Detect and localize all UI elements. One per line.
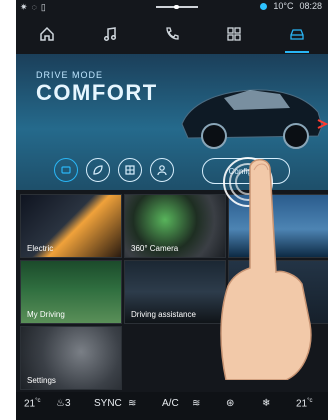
- tile-my-driving[interactable]: My Driving: [20, 260, 122, 324]
- status-bar: ✷ ◌ ▯ 10°C 08:28: [16, 0, 328, 14]
- fan-icon: ❄: [262, 398, 271, 409]
- configure-button[interactable]: Configure: [202, 158, 290, 184]
- drawer-handle[interactable]: [156, 5, 198, 9]
- mode-eco[interactable]: [86, 158, 110, 182]
- rear-defrost-icon: ≋: [128, 398, 137, 409]
- flag-icon: [125, 165, 135, 175]
- right-temp-unit: °c: [307, 398, 313, 404]
- front-defrost-icon: ≋: [192, 398, 201, 409]
- nav-phone[interactable]: [154, 20, 190, 48]
- left-temp[interactable]: 21°c: [24, 398, 41, 409]
- seat-icon: [61, 166, 71, 174]
- phone-icon: [166, 27, 179, 40]
- mode-sport[interactable]: [118, 158, 142, 182]
- tile-settings[interactable]: Settings: [20, 326, 122, 390]
- outside-temp: 10°C: [273, 1, 294, 11]
- mode-comfort[interactable]: [54, 158, 78, 182]
- steering-heat-button[interactable]: ⊛: [226, 398, 234, 409]
- left-temp-value: 21: [24, 398, 36, 410]
- nav-car[interactable]: [279, 20, 315, 53]
- phone-icon: ▯: [40, 2, 46, 12]
- tile-label: 360° Camera: [131, 244, 179, 253]
- status-left: ✷ ◌ ▯: [20, 2, 46, 13]
- climate-bar: 21°c ♨3 SYNC ≋ A/C ≋ ⊛ ❄ 21°c: [16, 392, 328, 420]
- nav-apps[interactable]: [216, 20, 252, 48]
- car-icon: [290, 29, 304, 40]
- tile-label: Electric: [27, 244, 54, 253]
- mode-personal[interactable]: [150, 158, 174, 182]
- front-defrost-button[interactable]: ≋: [192, 398, 200, 409]
- screen: ✷ ◌ ▯ 10°C 08:28 DRIVE MODE COMFORT Conf…: [16, 0, 328, 420]
- wifi-icon: ◌: [31, 2, 37, 12]
- steering-wheel-icon: ⊛: [226, 398, 235, 409]
- tile-360-camera[interactable]: 360° Camera: [124, 194, 226, 258]
- drive-mode-hero: DRIVE MODE COMFORT Configure: [16, 54, 328, 190]
- seat-heat-button[interactable]: ♨3: [56, 398, 71, 409]
- temp-dot-icon: [260, 2, 268, 10]
- clock: 08:28: [299, 1, 322, 11]
- drive-mode-title: COMFORT: [36, 80, 158, 105]
- car-image: [181, 89, 328, 149]
- nav-music[interactable]: [92, 20, 128, 48]
- status-right: 10°C 08:28: [260, 1, 322, 11]
- tile-extra-2[interactable]: [228, 260, 328, 324]
- tile-extra-1[interactable]: [228, 194, 328, 258]
- tile-driving-assistance[interactable]: Driving assistance: [124, 260, 226, 324]
- music-icon: [103, 27, 116, 42]
- apps-icon: [227, 27, 242, 41]
- user-icon: [157, 165, 167, 176]
- tile-label: Settings: [27, 376, 56, 385]
- ac-button[interactable]: A/C: [162, 398, 179, 409]
- tile-label: Driving assistance: [131, 310, 196, 319]
- seat-heat-level: 3: [64, 398, 71, 409]
- top-nav: [16, 16, 328, 53]
- leaf-icon: [93, 165, 103, 175]
- drive-mode-subtitle: DRIVE MODE: [36, 70, 104, 80]
- fan-button[interactable]: ❄: [262, 398, 270, 409]
- right-temp[interactable]: 21°c: [296, 398, 313, 409]
- rear-defrost-button[interactable]: ≋: [128, 398, 136, 409]
- home-icon: [40, 26, 54, 41]
- bluetooth-icon: ✷: [20, 2, 28, 12]
- right-temp-value: 21: [296, 398, 308, 410]
- left-temp-unit: °c: [35, 398, 41, 404]
- drive-mode-selector: [54, 158, 174, 182]
- tile-electric[interactable]: Electric: [20, 194, 122, 258]
- sync-button[interactable]: SYNC: [94, 398, 122, 409]
- nav-home[interactable]: [29, 20, 65, 48]
- seat-heat-icon: ♨: [56, 398, 65, 409]
- tile-label: My Driving: [27, 310, 65, 319]
